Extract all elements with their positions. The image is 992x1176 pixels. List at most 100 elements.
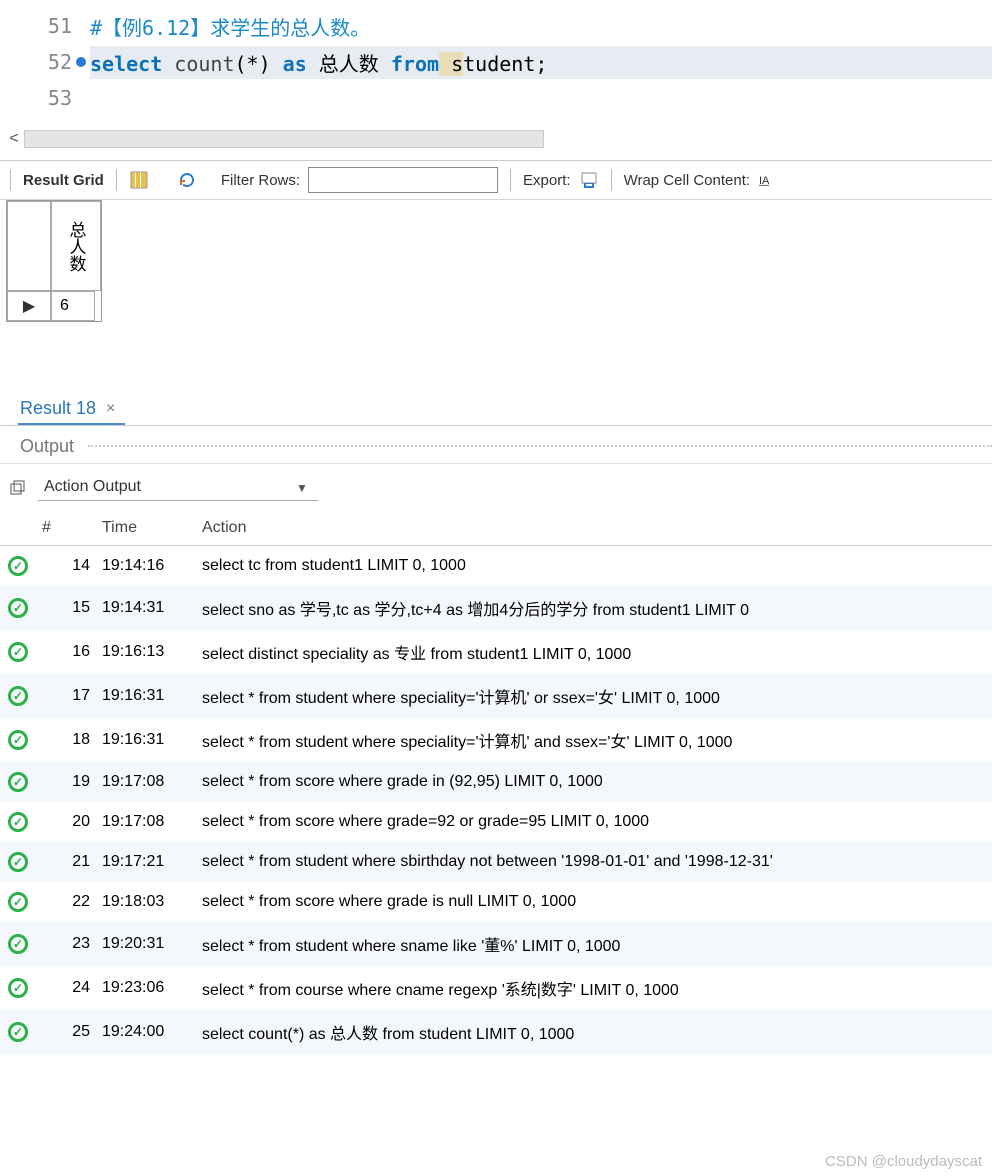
result-tabs: Result 18 × [0,392,992,426]
table-row[interactable]: ✓ 2419:23:06select * from course where cn… [0,966,992,1010]
tabs-icon[interactable] [8,478,28,498]
row-num: 14 [36,546,96,587]
table-row[interactable]: ✓ 1719:16:31select * from student where s… [0,674,992,718]
breakpoint-icon[interactable] [76,57,86,67]
output-tools: ▼ [0,464,992,511]
row-num: 24 [36,966,96,1010]
row-time: 19:18:03 [96,882,196,922]
table-row[interactable]: ✓ 1619:16:13select distinct speciality as… [0,630,992,674]
wrap-icon[interactable]: I̲A̲ [758,170,778,190]
row-time: 19:16:13 [96,630,196,674]
export-icon[interactable] [579,170,599,190]
status-ok-icon: ✓ [8,1022,28,1042]
row-action: select * from course where cname regexp … [196,966,992,1010]
status-ok-icon: ✓ [8,598,28,618]
export-label: Export: [523,172,571,189]
row-action: select * from score where grade is null … [196,882,992,922]
table-row[interactable]: ✓ 2219:18:03select * from score where gra… [0,882,992,922]
status-ok-icon: ✓ [8,642,28,662]
table-row[interactable]: ✓ 2519:24:00select count(*) as 总人数 from s… [0,1010,992,1054]
status-ok-icon: ✓ [8,852,28,872]
result-cell[interactable]: 6 [51,291,95,321]
column-header[interactable]: 总人数 [51,201,101,291]
table-row[interactable]: ✓ 2319:20:31select * from student where s… [0,922,992,966]
code-line-51[interactable]: 51 #【例6.12】求学生的总人数。 [0,8,992,44]
grid-view-icon[interactable] [129,170,149,190]
grid-corner [7,201,51,291]
tab-label: Result 18 [20,398,96,419]
status-ok-icon: ✓ [8,686,28,706]
row-num: 18 [36,718,96,762]
status-ok-icon: ✓ [8,772,28,792]
status-ok-icon: ✓ [8,934,28,954]
output-type-select[interactable] [38,474,318,501]
row-action: select sno as 学号,tc as 学分,tc+4 as 增加4分后的… [196,586,992,630]
table-row[interactable]: ✓ 1519:14:31select sno as 学号,tc as 学分,tc+… [0,586,992,630]
row-action: select * from student where speciality='… [196,718,992,762]
row-num: 25 [36,1010,96,1054]
row-action: select * from student where speciality='… [196,674,992,718]
row-time: 19:16:31 [96,674,196,718]
row-time: 19:14:16 [96,546,196,587]
line-number: 53 [48,86,72,110]
table-row[interactable]: ✓ 1919:17:08select * from score where gra… [0,762,992,802]
row-action: select * from score where grade=92 or gr… [196,802,992,842]
row-action: select * from student where sname like '… [196,922,992,966]
row-num: 20 [36,802,96,842]
column-header-time[interactable]: Time [96,511,196,546]
result-toolbar: Result Grid Filter Rows: Export: Wrap Ce… [0,160,992,200]
close-icon[interactable]: × [102,400,119,418]
result-grid[interactable]: 总人数 ▶ 6 [6,200,102,322]
status-ok-icon: ✓ [8,730,28,750]
scroll-left-icon[interactable]: < [4,128,24,150]
filter-rows-input[interactable] [308,167,498,193]
table-row[interactable]: ✓ 1419:14:16select tc from student1 LIMIT… [0,546,992,587]
row-action: select * from score where grade in (92,9… [196,762,992,802]
status-ok-icon: ✓ [8,978,28,998]
row-action: select count(*) as 总人数 from student LIMI… [196,1010,992,1054]
row-num: 22 [36,882,96,922]
row-time: 19:24:00 [96,1010,196,1054]
row-time: 19:14:31 [96,586,196,630]
line-number: 51 [48,14,72,38]
row-action: select * from student where sbirthday no… [196,842,992,882]
row-time: 19:20:31 [96,922,196,966]
column-header-action[interactable]: Action [196,511,992,546]
chevron-down-icon[interactable]: ▼ [296,481,308,495]
svg-text:I̲A̲: I̲A̲ [759,175,770,187]
row-num: 23 [36,922,96,966]
row-selector[interactable]: ▶ [7,291,51,321]
row-num: 17 [36,674,96,718]
status-ok-icon: ✓ [8,892,28,912]
result-grid-label: Result Grid [23,172,104,189]
row-time: 19:17:08 [96,762,196,802]
watermark: CSDN @cloudydayscat [825,1153,982,1170]
sql-editor[interactable]: 51 #【例6.12】求学生的总人数。 52 select count(*) a… [0,0,992,124]
action-output-table: # Time Action ✓ 1419:14:16select tc from … [0,511,992,1054]
scroll-track[interactable] [24,130,544,148]
wrap-label: Wrap Cell Content: [624,172,750,189]
row-num: 16 [36,630,96,674]
column-header-num[interactable]: # [36,511,96,546]
code-line-52[interactable]: 52 select count(*) as 总人数 from student; [0,44,992,80]
row-time: 19:17:08 [96,802,196,842]
table-row[interactable]: ✓ 2019:17:08select * from score where gra… [0,802,992,842]
row-num: 15 [36,586,96,630]
row-action: select tc from student1 LIMIT 0, 1000 [196,546,992,587]
status-ok-icon: ✓ [8,556,28,576]
status-ok-icon: ✓ [8,812,28,832]
row-action: select distinct speciality as 专业 from st… [196,630,992,674]
table-row[interactable]: ✓2119:17:21select * from student where s… [0,842,992,882]
code-comment: #【例6.12】求学生的总人数。 [90,16,370,40]
filter-rows-label: Filter Rows: [221,172,300,189]
row-time: 19:23:06 [96,966,196,1010]
code-line-53[interactable]: 53 [0,80,992,116]
table-row[interactable]: ✓ 1819:16:31select * from student where s… [0,718,992,762]
tab-result-18[interactable]: Result 18 × [18,392,125,425]
column-header-status [0,511,36,546]
row-num: 19 [36,762,96,802]
horizontal-scrollbar[interactable]: < [0,124,992,160]
refresh-icon[interactable] [177,170,197,190]
row-time: 19:16:31 [96,718,196,762]
line-number: 52 [48,50,72,74]
